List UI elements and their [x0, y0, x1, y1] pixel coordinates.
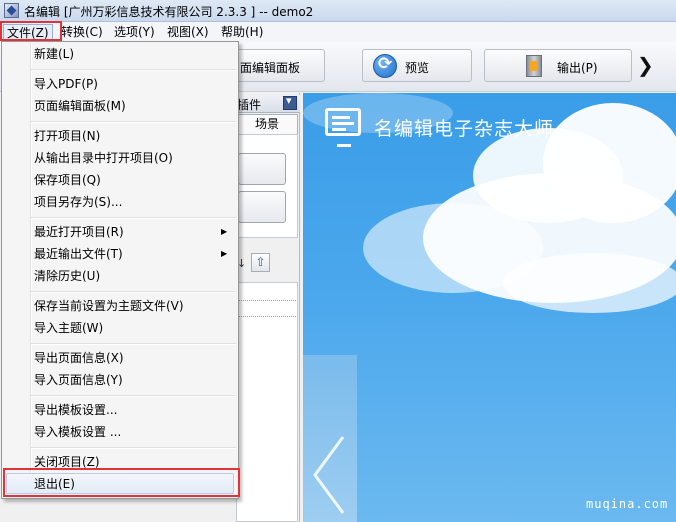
menu-item-save-theme[interactable]: 保存当前设置为主题文件(V)	[34, 296, 184, 316]
output-icon	[526, 55, 542, 77]
menu-help[interactable]: 帮助(H)	[218, 24, 266, 41]
move-up-button[interactable]: ⇧	[251, 253, 270, 272]
logo-line	[332, 128, 346, 131]
app-window: 名编辑 [广州万彩信息技术有限公司 2.3.3 ] -- demo2 文件(Z)…	[0, 0, 676, 522]
submenu-arrow-icon: ▶	[221, 249, 228, 258]
refresh-icon	[373, 54, 397, 78]
collapse-icon[interactable]	[283, 94, 297, 110]
submenu-arrow-icon: ▶	[221, 227, 228, 236]
menu-item-page-edit-panel[interactable]: 页面编辑面板(M)	[34, 96, 126, 116]
page-list	[236, 282, 298, 522]
menu-item-open-from-output[interactable]: 从输出目录中打开项目(O)	[34, 148, 173, 168]
menu-item-import-pdf[interactable]: 导入PDF(P)	[34, 74, 98, 94]
panel-action-button-2[interactable]	[238, 191, 286, 223]
menu-bar: 文件(Z) 转换(C) 选项(Y) 视图(X) 帮助(H)	[0, 22, 676, 42]
panel-header-label: 插件	[237, 98, 262, 112]
menu-separator	[31, 217, 236, 219]
menu-convert[interactable]: 转换(C)	[58, 24, 106, 41]
menu-item-import-theme[interactable]: 导入主题(W)	[34, 318, 103, 338]
menu-item-recent-outputs[interactable]: 最近输出文件(T)	[34, 244, 123, 264]
tab-scene[interactable]: 场景	[236, 114, 298, 134]
page-edit-panel-label: 面编辑面板	[240, 61, 301, 75]
menu-item-open-project[interactable]: 打开项目(N)	[34, 126, 100, 146]
menu-options[interactable]: 选项(Y)	[111, 24, 158, 41]
title-bar: 名编辑 [广州万彩信息技术有限公司 2.3.3 ] -- demo2	[0, 0, 676, 22]
app-logo-icon	[4, 3, 19, 18]
window-title: 名编辑 [广州万彩信息技术有限公司 2.3.3 ] -- demo2	[24, 5, 314, 19]
menu-item-export-page-info[interactable]: 导出页面信息(X)	[34, 348, 124, 368]
brand-title: 名编辑电子杂志大师	[374, 118, 555, 140]
menu-view[interactable]: 视图(X)	[164, 24, 212, 41]
menu-separator	[31, 69, 236, 71]
output-label: 输出(P)	[557, 61, 598, 75]
menu-item-import-template[interactable]: 导入模板设置 ...	[34, 422, 121, 442]
menu-separator	[31, 343, 236, 345]
menu-item-new[interactable]: 新建(L)	[34, 44, 74, 64]
menu-item-clear-history[interactable]: 清除历史(U)	[34, 266, 100, 286]
previous-page-icon[interactable]	[309, 435, 349, 515]
menu-item-export-template[interactable]: 导出模板设置...	[34, 400, 117, 420]
menu-separator	[31, 291, 236, 293]
menu-item-save-as[interactable]: 项目另存为(S)...	[34, 192, 122, 212]
menu-item-recent-projects[interactable]: 最近打开项目(R)	[34, 222, 124, 242]
menu-separator	[31, 121, 236, 123]
preview-area	[303, 93, 676, 522]
exit-highlight-box	[3, 468, 240, 497]
panel-action-button-1[interactable]	[238, 153, 286, 185]
menu-separator	[31, 447, 236, 449]
cloud-shape	[503, 253, 676, 313]
preview-label: 预览	[405, 61, 430, 75]
logo-line	[332, 122, 354, 125]
chevron-right-icon[interactable]: ❯	[637, 53, 654, 77]
watermark: muqina.com	[586, 497, 669, 511]
menu-item-save-project[interactable]: 保存项目(Q)	[34, 170, 101, 190]
logo-line	[332, 116, 350, 119]
menu-file-highlight	[0, 21, 62, 41]
list-divider	[238, 300, 296, 301]
menu-item-import-page-info[interactable]: 导入页面信息(Y)	[34, 370, 123, 390]
menu-separator	[31, 395, 236, 397]
list-divider	[238, 316, 296, 317]
